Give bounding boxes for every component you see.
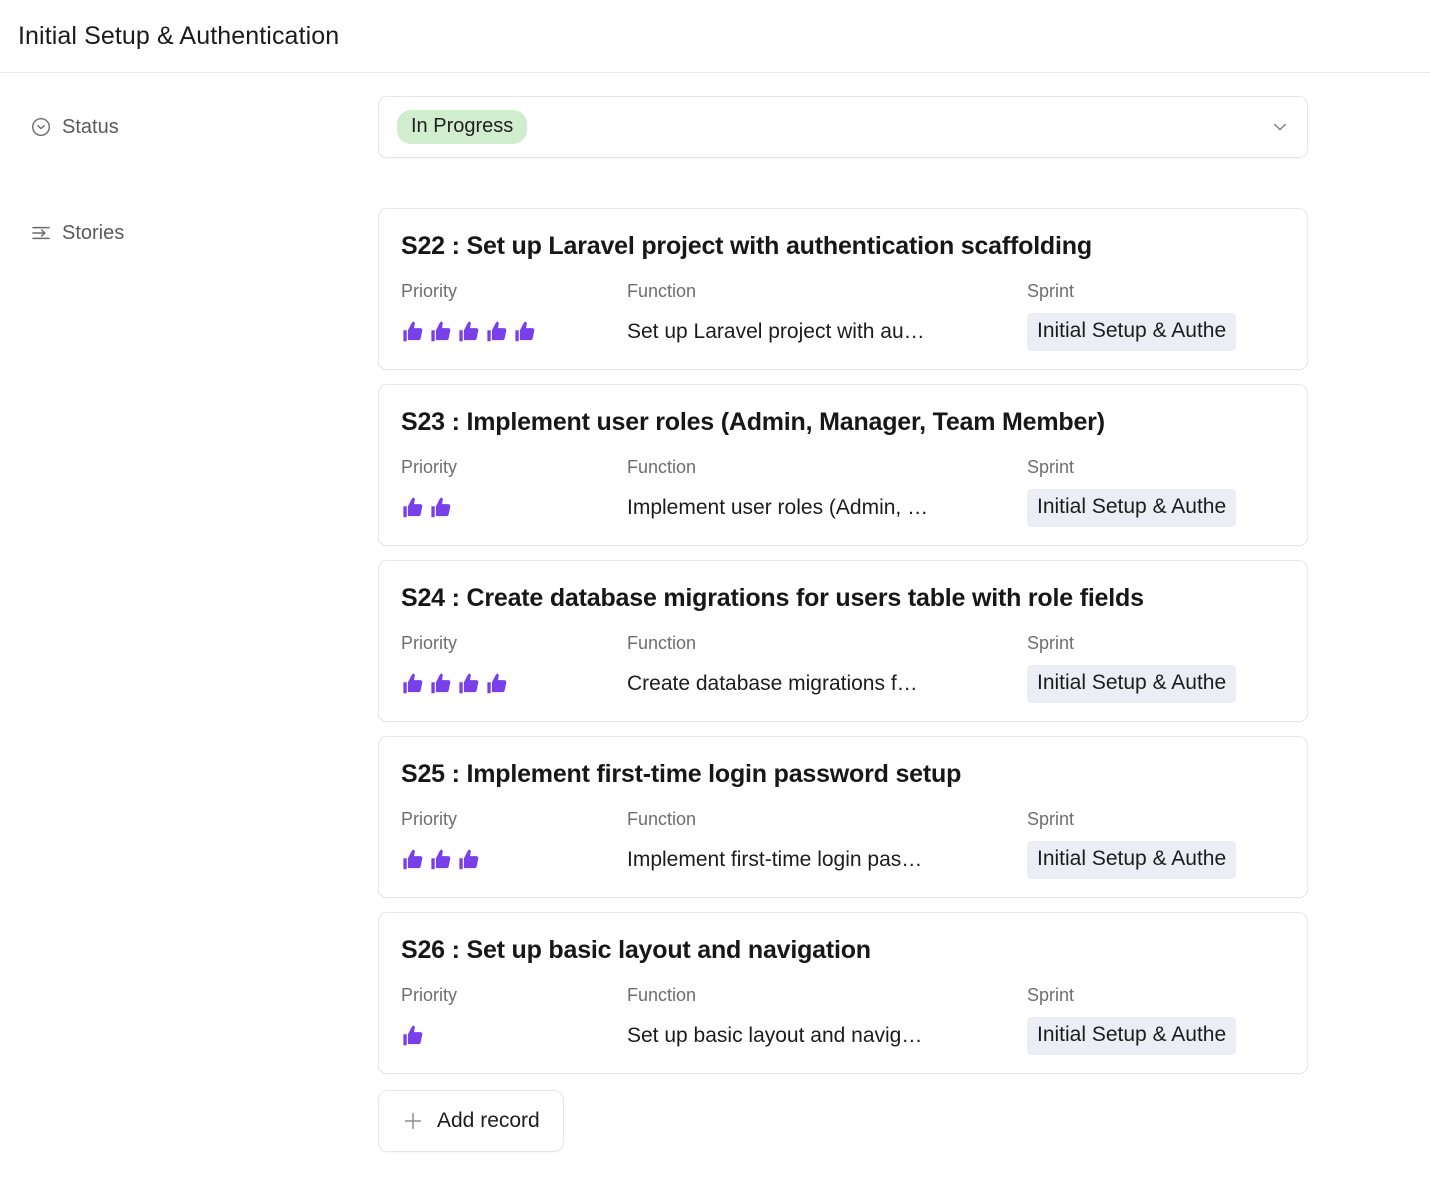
story-column-header-function: Function	[627, 281, 697, 301]
record-header: Initial Setup & Authentication	[0, 0, 1430, 73]
story-column-function: Function Implement first-time login pas…	[627, 810, 1027, 876]
sprint-tag[interactable]: Initial Setup & Authe	[1027, 489, 1237, 527]
story-column-function: Function Set up basic layout and navig…	[627, 986, 1027, 1052]
field-label-stories-text: Stories	[62, 222, 125, 244]
thumbs-up-icon	[485, 319, 511, 345]
story-column-priority: Priority	[401, 282, 627, 348]
thumbs-up-icon	[401, 671, 427, 697]
story-function-value: Implement first-time login pas…	[627, 847, 923, 871]
story-column-sprint: Sprint Initial Setup & Authe	[1027, 281, 1285, 351]
thumbs-up-icon	[513, 319, 539, 345]
status-badge: In Progress	[397, 110, 528, 144]
story-card[interactable]: S26 : Set up basic layout and navigation…	[378, 912, 1308, 1074]
priority-rating[interactable]	[401, 847, 483, 873]
story-fields: Priority Function Set up basic layout and …	[401, 985, 1285, 1055]
story-column-header-function: Function	[627, 809, 697, 829]
page-title: Initial Setup & Authentication	[18, 22, 340, 50]
story-title: S24 : Create database migrations for use…	[401, 584, 1144, 612]
thumbs-up-icon	[401, 847, 427, 873]
plus-icon	[402, 1110, 424, 1132]
thumbs-up-icon	[457, 319, 483, 345]
field-value-stories: S22 : Set up Laravel project with authen…	[378, 208, 1430, 1152]
story-fields: Priority Function Implement first-time log…	[401, 809, 1285, 879]
story-column-sprint: Sprint Initial Setup & Authe	[1027, 809, 1285, 879]
thumbs-up-icon	[401, 319, 427, 345]
story-column-header-priority: Priority	[401, 809, 458, 829]
story-column-priority: Priority	[401, 986, 627, 1052]
story-function-value: Create database migrations f…	[627, 671, 918, 695]
field-label-status-text: Status	[62, 116, 119, 138]
thumbs-up-icon	[485, 671, 511, 697]
story-card[interactable]: S25 : Implement first-time login passwor…	[378, 736, 1308, 898]
story-column-header-priority: Priority	[401, 985, 458, 1005]
field-row-stories: Stories S22 : Set up Laravel project wit…	[0, 208, 1430, 1152]
story-column-header-priority: Priority	[401, 633, 458, 653]
thumbs-up-icon	[429, 495, 455, 521]
priority-rating[interactable]	[401, 319, 539, 345]
story-column-function: Function Set up Laravel project with au…	[627, 282, 1027, 348]
field-value-status: In Progress	[378, 96, 1430, 158]
sprint-tag[interactable]: Initial Setup & Authe	[1027, 1017, 1237, 1055]
add-record-wrapper: Add record	[378, 1090, 1430, 1152]
sprint-tag[interactable]: Initial Setup & Authe	[1027, 841, 1237, 879]
story-column-priority: Priority	[401, 810, 627, 876]
field-row-status: Status In Progress	[0, 96, 1430, 158]
field-label-status: Status	[0, 96, 378, 158]
story-title: S23 : Implement user roles (Admin, Manag…	[401, 408, 1105, 436]
story-column-header-priority: Priority	[401, 281, 458, 301]
thumbs-up-icon	[457, 847, 483, 873]
field-label-stories: Stories	[0, 208, 378, 244]
story-title: S25 : Implement first-time login passwor…	[401, 760, 962, 788]
linked-records-list-icon	[30, 222, 52, 244]
thumbs-up-icon	[401, 1023, 427, 1049]
thumbs-up-icon	[457, 671, 483, 697]
story-function-value: Set up basic layout and navig…	[627, 1023, 923, 1047]
story-fields: Priority Function Implement user roles (Ad…	[401, 457, 1285, 527]
sprint-tag[interactable]: Initial Setup & Authe	[1027, 665, 1237, 703]
story-column-function: Function Create database migrations f…	[627, 634, 1027, 700]
story-column-header-sprint: Sprint	[1027, 457, 1075, 477]
add-record-label: Add record	[437, 1109, 540, 1132]
priority-rating[interactable]	[401, 495, 455, 521]
single-select-circle-chevron-icon	[30, 116, 52, 138]
thumbs-up-icon	[401, 495, 427, 521]
story-column-sprint: Sprint Initial Setup & Authe	[1027, 985, 1285, 1055]
story-fields: Priority Function Set up Laravel project w…	[401, 281, 1285, 351]
priority-rating[interactable]	[401, 1023, 427, 1049]
story-card[interactable]: S24 : Create database migrations for use…	[378, 560, 1308, 722]
thumbs-up-icon	[429, 847, 455, 873]
story-column-sprint: Sprint Initial Setup & Authe	[1027, 457, 1285, 527]
story-function-value: Set up Laravel project with au…	[627, 319, 925, 343]
priority-rating[interactable]	[401, 671, 511, 697]
thumbs-up-icon	[429, 319, 455, 345]
story-column-priority: Priority	[401, 634, 627, 700]
status-select[interactable]: In Progress	[378, 96, 1308, 158]
story-column-header-function: Function	[627, 985, 697, 1005]
add-record-button[interactable]: Add record	[378, 1090, 564, 1152]
story-title: S22 : Set up Laravel project with authen…	[401, 232, 1092, 260]
chevron-down-icon[interactable]	[1269, 116, 1291, 138]
story-card[interactable]: S22 : Set up Laravel project with authen…	[378, 208, 1308, 370]
story-fields: Priority Function Create database migratio…	[401, 633, 1285, 703]
story-column-header-function: Function	[627, 457, 697, 477]
thumbs-up-icon	[429, 671, 455, 697]
story-column-header-sprint: Sprint	[1027, 633, 1075, 653]
sprint-tag[interactable]: Initial Setup & Authe	[1027, 313, 1237, 351]
story-column-sprint: Sprint Initial Setup & Authe	[1027, 633, 1285, 703]
story-title: S26 : Set up basic layout and navigation	[401, 936, 871, 964]
story-column-header-priority: Priority	[401, 457, 458, 477]
story-column-header-function: Function	[627, 633, 697, 653]
record-body: Status In Progress Stories S22: Set up …	[0, 73, 1430, 1152]
story-column-header-sprint: Sprint	[1027, 809, 1075, 829]
story-card[interactable]: S23 : Implement user roles (Admin, Manag…	[378, 384, 1308, 546]
story-column-function: Function Implement user roles (Admin, …	[627, 458, 1027, 524]
story-function-value: Implement user roles (Admin, …	[627, 495, 929, 519]
story-column-priority: Priority	[401, 458, 627, 524]
linked-record-list: S22 : Set up Laravel project with authen…	[378, 208, 1308, 1074]
story-column-header-sprint: Sprint	[1027, 281, 1075, 301]
story-column-header-sprint: Sprint	[1027, 985, 1075, 1005]
